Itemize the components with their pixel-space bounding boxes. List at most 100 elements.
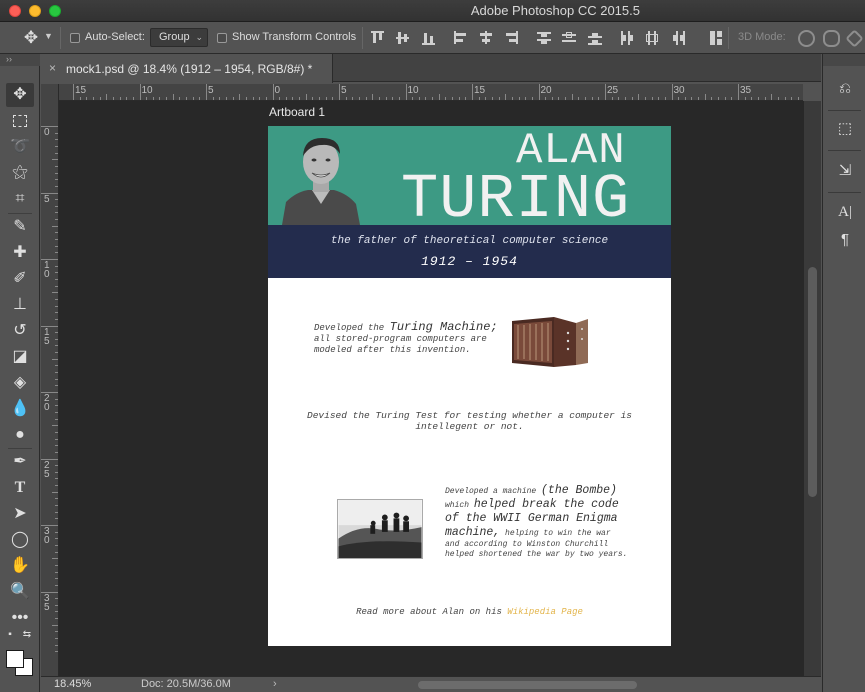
paint-bucket-tool[interactable]: ◈ [6,371,34,395]
3d-panel-icon[interactable]: ⬚ [834,118,856,140]
ruler-label: 5 [341,85,347,96]
align-bottom-edges-icon[interactable] [421,30,437,46]
history-brush-tool[interactable]: ↺ [6,319,34,343]
separator [362,27,363,49]
eraser-tool[interactable]: ◪ [6,345,34,369]
ellipse-tool[interactable]: ◯ [6,528,34,552]
distribute-right-icon[interactable] [670,30,686,46]
paragraph-icon[interactable]: ¶ [834,229,856,251]
panel-dock: ⎌ ⬚ ⇲ A| ¶ [822,54,865,692]
read-more-note: Read more about Alan on his Wikipedia Pa… [356,607,583,617]
3d-roll-icon[interactable] [823,30,840,47]
character-icon[interactable]: A| [834,201,856,223]
history-icon[interactable]: ⎌ [834,78,856,100]
swap-colors-icon[interactable]: ⇆ [20,628,34,642]
crop-tool[interactable]: ⌗ [6,187,34,211]
document-tab-bar: × mock1.psd @ 18.4% (1912 – 1954, RGB/8#… [41,54,821,83]
panel-collapse-icon[interactable]: ›› [0,54,40,66]
marquee-tool[interactable] [6,109,34,133]
wikipedia-link[interactable]: Wikipedia Page [507,607,583,617]
zoom-tool[interactable]: 🔍 [6,580,34,604]
horizontal-ruler[interactable]: 15 10 5 0 5 10 15 20 25 30 35 [59,84,803,101]
separator [728,27,729,49]
subtitle-band: the father of theoretical computer scien… [268,225,671,278]
3d-mode-label: 3D Mode: [738,31,786,43]
bombe-paragraph: Developed a machine (the Bombe) which he… [445,484,628,559]
align-top-edges-icon[interactable] [370,30,386,46]
artboard-label[interactable]: Artboard 1 [269,105,325,119]
distribute-top-icon[interactable] [536,30,552,46]
turing-machine-paragraph: Developed the Turing Machine; all stored… [314,320,498,355]
ruler-label: 25 [44,459,50,480]
dock-collapse-icon[interactable] [823,54,865,66]
auto-select-value: Group [159,31,190,43]
horizontal-scroll-thumb[interactable] [418,681,637,689]
type-tool[interactable]: T [6,476,34,500]
turing-machine-photo [512,317,588,367]
3d-orbit-icon[interactable] [798,30,815,47]
lifespan-years: 1912 – 1954 [421,254,518,269]
ruler-label: 10 [44,260,50,280]
ruler-label: 35 [740,85,752,96]
align-right-edges-icon[interactable] [503,30,519,46]
move-tool-preset-icon[interactable]: ✥ [22,29,40,47]
wwii-soldiers-photo [337,499,423,559]
clone-stamp-tool[interactable]: ⊥ [6,293,34,317]
auto-select-label: Auto-Select: [85,31,145,43]
options-bar: ✥ ▼ Auto-Select: Group ⌄ Show Transform … [0,22,865,54]
distribute-bottom-icon[interactable] [587,30,603,46]
adjustments-icon[interactable]: ⇲ [834,160,856,182]
vertical-scroll-thumb[interactable] [808,267,817,497]
foreground-color-swatch[interactable] [6,650,24,668]
pen-tool[interactable]: ✒ [6,450,34,474]
dodge-tool[interactable]: ● [6,423,34,447]
magic-wand-tool[interactable]: ⚝ [6,161,34,185]
auto-select-dropdown[interactable]: Group ⌄ [150,28,208,47]
chevron-down-icon[interactable]: ▼ [44,31,53,41]
title-bar: Adobe Photoshop CC 2015.5 [0,0,865,22]
show-transform-checkbox[interactable] [217,33,227,43]
ruler-label: 0 [274,85,281,96]
hand-tool[interactable]: ✋ [6,554,34,578]
auto-align-layers-icon[interactable] [709,30,725,46]
separator [60,27,61,49]
document-tab-title: mock1.psd @ 18.4% (1912 – 1954, RGB/8#) … [66,62,313,76]
status-bar: 18.45% Doc: 20.5M/36.0M › [41,676,821,692]
ruler-label: 25 [607,85,619,96]
align-horizontal-centers-icon[interactable] [478,30,494,46]
more-tools[interactable]: ••• [6,606,34,630]
ruler-label: 20 [540,85,552,96]
blur-tool[interactable]: 💧 [6,397,34,421]
auto-select-checkbox[interactable] [70,33,80,43]
artboard[interactable]: ALAN TURING the father of theoretical co… [268,126,671,646]
bombe-emphasis: (the Bombe) [541,484,617,497]
vertical-scrollbar[interactable] [804,101,821,676]
brush-tool[interactable]: ✐ [6,267,34,291]
alan-turing-portrait [282,138,360,225]
ruler-label: 30 [44,526,50,546]
tagline: the father of theoretical computer scien… [330,235,609,247]
healing-brush-tool[interactable]: ✚ [6,241,34,265]
vertical-ruler[interactable]: 0 5 10 15 20 25 30 35 [41,84,59,676]
3d-pan-icon[interactable] [845,29,864,48]
lasso-tool[interactable]: ➰ [6,135,34,159]
ruler-label: 20 [44,393,50,413]
default-colors-icon[interactable]: ▪ [3,628,17,642]
align-vertical-centers-icon[interactable] [395,30,411,46]
status-menu-chevron-icon[interactable]: › [273,678,277,690]
ruler-label: 10 [407,85,419,96]
close-tab-icon[interactable]: × [49,61,56,75]
move-tool[interactable]: ✥ [6,83,34,107]
path-selection-tool[interactable]: ➤ [6,502,34,526]
ruler-label: 15 [474,85,486,96]
eyedropper-tool[interactable]: ✎ [6,215,34,239]
document-tab[interactable]: × mock1.psd @ 18.4% (1912 – 1954, RGB/8#… [41,54,333,83]
ruler-label: 10 [141,85,153,96]
ruler-label: 15 [75,85,87,96]
distribute-horizontal-centers-icon[interactable] [644,30,660,46]
ruler-label: 0 [44,127,50,138]
distribute-centers-icon[interactable] [561,30,577,46]
align-left-edges-icon[interactable] [453,30,469,46]
zoom-level[interactable]: 18.45% [54,678,91,690]
distribute-left-icon[interactable] [619,30,635,46]
